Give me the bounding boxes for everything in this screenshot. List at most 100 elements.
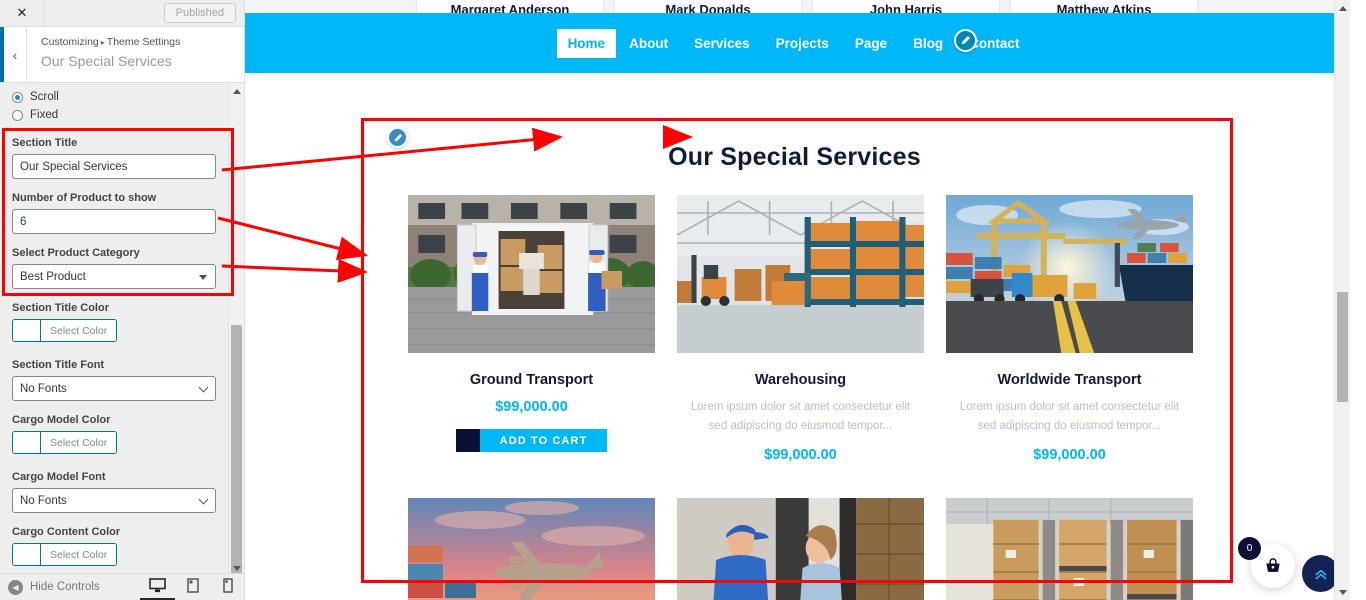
product-image-warehouse-shelving[interactable] <box>946 498 1193 600</box>
product-name: Ground Transport <box>469 372 594 388</box>
radio-dot-icon <box>12 91 23 103</box>
product-card[interactable]: Ground Transport $99,000.00 ADD TO CART <box>408 195 655 463</box>
cargo-model-font-value: No Fonts <box>20 494 67 507</box>
product-price: $99,000.00 <box>495 399 568 415</box>
product-image-cargo-plane[interactable] <box>408 498 655 600</box>
publish-button[interactable]: Published <box>163 3 236 23</box>
color-swatch <box>13 320 41 341</box>
nav-item-page[interactable]: Page <box>842 30 900 57</box>
product-image-moving-van[interactable] <box>408 195 655 353</box>
nav-item-home[interactable]: Home <box>556 28 617 58</box>
field-label-section-title: Section Title <box>12 137 78 149</box>
chevron-down-icon <box>198 382 209 392</box>
product-name: Warehousing <box>754 372 847 388</box>
product-image-port[interactable] <box>946 195 1193 353</box>
panel-titles: Customizing ▸ Theme Settings Our Special S… <box>27 27 180 82</box>
section-title-font-select[interactable]: No Fonts <box>12 376 216 401</box>
special-services-section: Our Special Services Ground Transport $9… <box>245 80 1344 600</box>
close-icon[interactable]: ✕ <box>0 0 45 26</box>
floating-cart-button[interactable]: 0 <box>1238 537 1295 588</box>
product-image-warehouse[interactable] <box>677 195 924 353</box>
product-image-courier[interactable] <box>677 498 924 600</box>
site-preview: Margaret Anderson Mark Donalds John Harr… <box>245 0 1350 600</box>
device-mobile-button[interactable] <box>210 574 244 600</box>
product-description: Lorem ipsum dolor sit amet consectetur e… <box>959 401 1180 432</box>
edit-menu-pencil-icon[interactable] <box>954 29 977 52</box>
chevron-down-icon <box>198 494 209 504</box>
product-card[interactable] <box>946 498 1193 600</box>
add-to-cart-button[interactable]: ADD TO CART <box>455 429 608 452</box>
sidebar-scrollbar[interactable] <box>228 83 244 583</box>
device-desktop-button[interactable] <box>140 574 175 600</box>
field-label-cargo-content-color: Cargo Content Color <box>12 526 121 538</box>
nav-item-blog[interactable]: Blog <box>900 30 956 57</box>
product-name: Worldwide Transport <box>997 372 1142 388</box>
radio-option-scroll[interactable]: Scroll <box>0 83 228 106</box>
chevron-down-icon <box>199 274 207 280</box>
product-card[interactable]: Warehousing Lorem ipsum dolor sit amet c… <box>677 195 924 463</box>
tablet-icon <box>186 578 199 593</box>
product-count-input[interactable]: 6 <box>12 209 216 234</box>
product-category-value: Best Product <box>20 270 86 283</box>
cargo-model-font-select[interactable]: No Fonts <box>12 488 216 513</box>
field-label-product-category: Select Product Category <box>12 247 140 259</box>
product-card[interactable] <box>677 498 924 600</box>
field-label-cargo-model-font: Cargo Model Font <box>12 471 106 483</box>
customizer-sidebar: ✕ Published ‹ Customizing ▸ Theme Settings… <box>0 0 245 600</box>
select-color-label: Select Color <box>41 320 117 341</box>
cargo-content-color-picker[interactable]: Select Color <box>12 543 118 566</box>
field-label-product-count: Number of Product to show <box>12 192 157 204</box>
site-navbar: Home About Services Projects Page Blog C… <box>245 13 1344 73</box>
radio-label-scroll: Scroll <box>30 91 59 103</box>
radio-dot-icon <box>12 109 23 121</box>
select-color-label: Select Color <box>41 544 117 565</box>
scroll-up-arrow-icon[interactable] <box>229 83 244 99</box>
product-price: $99,000.00 <box>764 447 837 463</box>
field-label-section-title-color: Section Title Color <box>12 302 109 314</box>
color-swatch <box>13 432 41 453</box>
section-title-input[interactable]: Our Special Services <box>12 154 216 179</box>
breadcrumb-section[interactable]: Theme Settings <box>107 36 181 48</box>
customizer-footer: ◀ Hide Controls <box>0 573 244 600</box>
back-chevron-icon[interactable]: ‹ <box>0 27 27 82</box>
nav-item-about[interactable]: About <box>616 30 681 57</box>
section-title-color-picker[interactable]: Select Color <box>12 319 118 342</box>
breadcrumb: Customizing ▸ Theme Settings <box>41 35 180 50</box>
settings-fields: Section Title Our Special Services Numbe… <box>0 137 228 576</box>
page-title: Our Special Services <box>41 53 172 69</box>
color-swatch <box>13 544 41 565</box>
mobile-icon <box>222 578 233 593</box>
scroll-down-arrow-icon[interactable] <box>1335 584 1350 600</box>
hide-controls-button[interactable]: ◀ Hide Controls <box>0 579 100 595</box>
device-preview-switcher <box>140 574 244 600</box>
collapse-arrow-icon: ◀ <box>8 579 23 595</box>
product-card[interactable]: Worldwide Transport Lorem ipsum dolor si… <box>946 195 1193 463</box>
shopping-basket-icon <box>1266 558 1280 572</box>
field-label-section-title-font: Section Title Font <box>12 359 105 371</box>
product-price: $99,000.00 <box>1033 447 1106 463</box>
scrollbar-thumb[interactable] <box>1337 292 1348 402</box>
field-label-cargo-model-color: Cargo Model Color <box>12 414 111 426</box>
products-grid: Ground Transport $99,000.00 ADD TO CART <box>408 195 1193 600</box>
scrollbar-thumb[interactable] <box>231 325 242 583</box>
desktop-icon <box>149 578 166 593</box>
radio-label-fixed: Fixed <box>30 109 59 121</box>
radio-option-fixed[interactable]: Fixed <box>0 106 228 124</box>
section-heading: Our Special Services <box>668 142 921 171</box>
nav-item-services[interactable]: Services <box>681 30 763 57</box>
select-color-label: Select Color <box>41 432 117 453</box>
device-tablet-button[interactable] <box>175 574 210 600</box>
product-category-select[interactable]: Best Product <box>12 264 216 289</box>
breadcrumb-root[interactable]: Customizing <box>41 36 99 48</box>
nav-item-projects[interactable]: Projects <box>763 30 842 57</box>
add-to-cart-wrapper: ADD TO CART <box>408 429 655 452</box>
cargo-model-color-picker[interactable]: Select Color <box>12 431 118 454</box>
preview-scrollbar[interactable] <box>1334 0 1350 600</box>
button-accent-block <box>455 429 480 452</box>
section-title-font-value: No Fonts <box>20 382 67 395</box>
scroll-up-arrow-icon[interactable] <box>1335 0 1350 16</box>
customizer-scroll-area: Scroll Fixed Section Title Our Special S… <box>0 83 228 576</box>
product-card[interactable] <box>408 498 655 600</box>
customizer-panel-header: ‹ Customizing ▸ Theme Settings Our Special… <box>0 27 244 83</box>
